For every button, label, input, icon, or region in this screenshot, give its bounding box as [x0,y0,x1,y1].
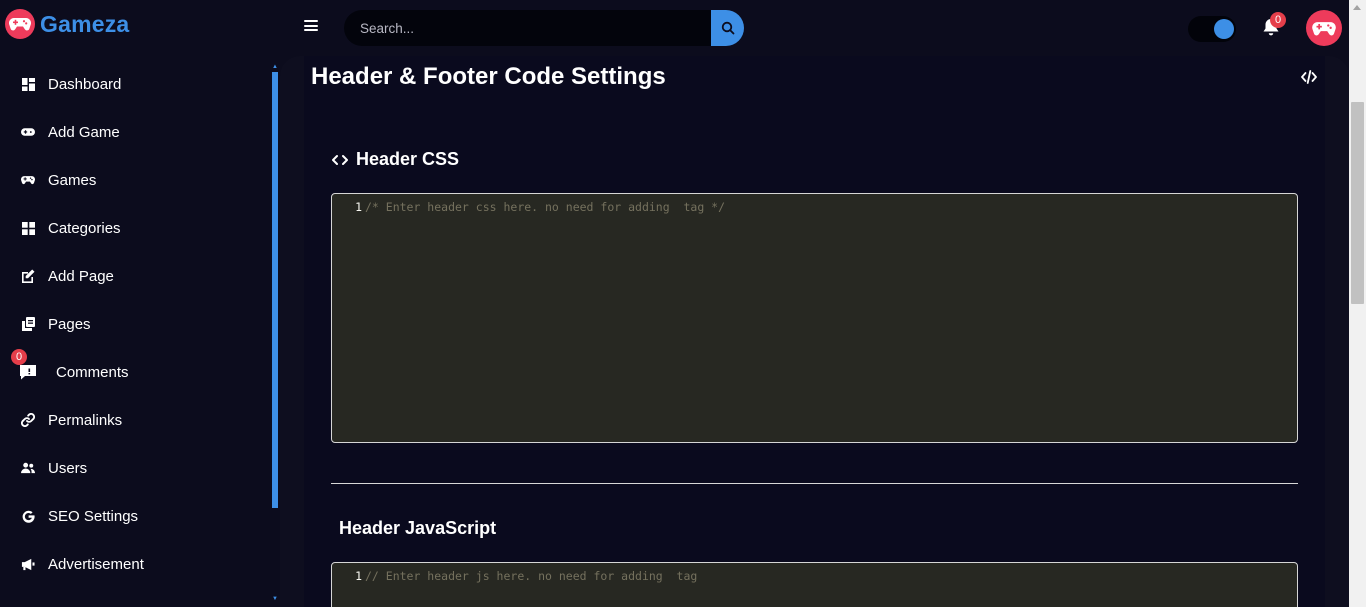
search-bar [344,10,744,46]
search-icon [721,21,734,35]
grid-icon [21,221,35,235]
google-icon [21,509,35,523]
sidebar-scroll-thumb[interactable] [272,72,278,508]
sidebar-item-label: Pages [48,315,91,333]
section-title-label: Header CSS [356,149,460,169]
sidebar-item-permalinks[interactable]: Permalinks [0,396,270,444]
sidebar-item-label: Games [48,171,97,189]
editor-placeholder: /* Enter header css here. no need for ad… [365,200,726,214]
search-input[interactable] [344,10,711,46]
sidebar-item-games[interactable]: Games [0,156,270,204]
scroll-up-icon[interactable]: ▲ [272,64,278,70]
users-icon [21,461,35,475]
sidebar-item-label: Permalinks [48,411,123,429]
comment-icon [19,364,37,380]
copy-icon [21,317,35,331]
page-title: Header & Footer Code Settings [311,63,666,90]
brand-logo[interactable]: Gameza [5,9,129,39]
sidebar-item-dashboard[interactable]: Dashboard [0,60,270,108]
gamepad-icon [21,125,35,139]
comments-count-badge: 0 [11,349,27,365]
section-title-label: Header JavaScript [339,518,497,538]
line-number: 1 [355,200,362,214]
code-view-icon[interactable] [1301,70,1317,84]
header-css-editor[interactable]: 1 /* Enter header css here. no need for … [331,193,1298,443]
theme-toggle[interactable] [1188,16,1236,42]
code-icon [332,154,348,166]
sidebar-item-label: Users [48,459,88,477]
sidebar: Dashboard Add Game Games Categories Add … [0,56,280,607]
editor-placeholder: // Enter header js here. no need for add… [365,569,698,583]
section-title-header-javascript: Header JavaScript [339,518,496,539]
gamepad-icon [1312,21,1336,35]
sidebar-item-label: Categories [48,219,121,237]
header-js-editor[interactable]: 1 // Enter header js here. no need for a… [331,562,1298,607]
top-bar: Gameza 0 [0,0,1349,56]
sidebar-item-pages[interactable]: Pages [0,300,270,348]
sidebar-item-label: Dashboard [48,75,122,93]
sidebar-item-label: SEO Settings [48,507,139,525]
sidebar-item-advertisement[interactable]: Advertisement [0,540,270,588]
sidebar-item-categories[interactable]: Categories [0,204,270,252]
brand-name: Gameza [40,10,130,37]
sidebar-item-users[interactable]: Users [0,444,270,492]
link-icon [21,413,35,427]
hamburger-icon[interactable] [304,20,318,34]
sidebar-scrollbar[interactable]: ▲ ▼ [271,64,278,602]
scroll-down-icon[interactable]: ▼ [272,596,278,602]
section-title-header-css: Header CSS [332,149,459,170]
sidebar-item-label: Comments [56,363,129,381]
page-scrollbar[interactable] [1349,0,1366,607]
sidebar-item-seo-settings[interactable]: SEO Settings [0,492,270,540]
sidebar-item-label: Advertisement [48,555,144,573]
grid-icon [21,77,35,91]
page-scroll-thumb[interactable] [1351,102,1364,304]
gamepad-icon [21,173,35,187]
edit-icon [21,269,35,283]
sidebar-item-label: Add Game [48,123,120,141]
sidebar-item-label: Add Page [48,267,114,285]
section-divider [331,483,1298,484]
gamepad-icon [5,9,35,39]
search-button[interactable] [711,10,744,46]
avatar[interactable] [1306,10,1342,46]
line-number: 1 [355,569,362,583]
notification-count-badge: 0 [1270,12,1286,28]
sidebar-item-add-game[interactable]: Add Game [0,108,270,156]
notifications-button[interactable]: 0 [1262,12,1286,39]
theme-toggle-knob [1214,19,1234,39]
scroll-up-icon[interactable] [1353,5,1361,10]
sidebar-item-add-page[interactable]: Add Page [0,252,270,300]
sidebar-item-comments[interactable]: 0 Comments [0,348,270,396]
megaphone-icon [21,557,35,571]
